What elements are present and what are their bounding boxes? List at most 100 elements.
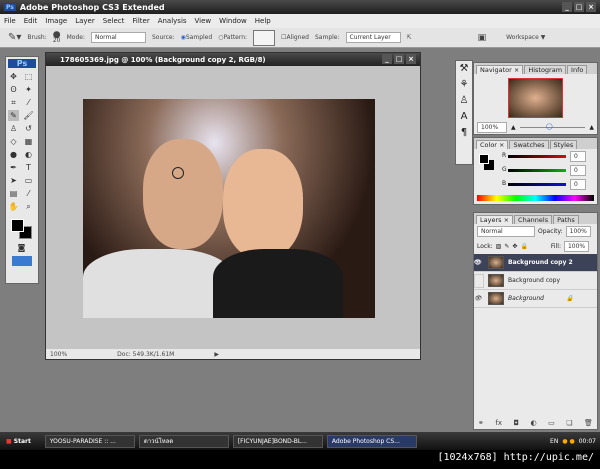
tray-icons[interactable]: ● ● [562,438,574,445]
photo-canvas[interactable] [83,99,375,318]
brush-tool-icon[interactable]: 🖌 [23,110,34,121]
navigator-zoom-input[interactable]: 100% [477,122,507,133]
lock-all-icon[interactable]: 🔒 [520,243,527,250]
bridge-icon[interactable]: ▣ [478,33,487,43]
lasso-tool-icon[interactable]: ʘ [8,84,19,95]
blur-tool-icon[interactable]: ● [8,149,19,160]
shape-tool-icon[interactable]: ▭ [23,175,34,186]
opacity-input[interactable]: 100% [565,226,591,237]
tab-styles[interactable]: Styles [549,140,578,149]
status-menu-arrow-icon[interactable]: ▶ [214,351,219,358]
doc-info[interactable]: Doc: 549.3K/1.61M [117,351,174,358]
menu-layer[interactable]: Layer [75,17,95,25]
menu-edit[interactable]: Edit [24,17,38,25]
zoom-level[interactable]: 100% [50,351,67,358]
tab-swatches[interactable]: Swatches [509,140,549,149]
fill-input[interactable]: 100% [563,241,590,252]
magic-wand-icon[interactable]: ✦ [23,84,34,95]
menu-window[interactable]: Window [219,17,247,25]
visibility-eye-icon[interactable]: 👁 [474,295,484,302]
sampled-radio[interactable]: ◉Sampled [181,34,213,41]
menu-select[interactable]: Select [103,17,125,25]
screen-mode-button[interactable] [12,256,32,266]
b-value[interactable]: 0 [570,179,586,190]
marquee-tool-icon[interactable]: ⬚ [23,71,34,82]
blend-mode-select[interactable]: Normal [477,226,535,237]
g-slider[interactable] [508,169,566,172]
taskbar-item[interactable]: ดาวน์โหลด [138,434,229,448]
taskbar-item[interactable]: YOOSU-PARADISE :: ... [44,434,135,448]
document-title-bar[interactable]: 178605369.jpg @ 100% (Background copy 2,… [46,53,420,66]
menu-view[interactable]: View [195,17,212,25]
notes-tool-icon[interactable]: ▤ [8,188,19,199]
menu-file[interactable]: File [4,17,16,25]
r-value[interactable]: 0 [570,151,586,162]
eyedropper-icon[interactable]: ⁄ [23,188,34,199]
r-slider[interactable] [508,155,566,158]
tool-presets-icon[interactable]: ⚒ [456,61,472,77]
menu-filter[interactable]: Filter [132,17,149,25]
tab-info[interactable]: Info [567,65,588,74]
b-slider[interactable] [508,183,566,186]
lock-transparency-icon[interactable]: ▧ [496,243,502,250]
character-icon[interactable]: A [456,109,472,125]
language-indicator[interactable]: EN [550,438,558,445]
healing-brush-icon[interactable]: ✎ [8,110,19,121]
link-layers-icon[interactable]: ⚭ [478,419,484,427]
pen-tool-icon[interactable]: ✒ [8,162,19,173]
minimize-button[interactable]: _ [562,2,572,12]
menu-analysis[interactable]: Analysis [158,17,187,25]
layer-row[interactable]: 👁 Background 🔒 [474,290,597,308]
healing-brush-icon[interactable]: ✎▾ [8,32,21,43]
doc-minimize-button[interactable]: _ [382,54,392,64]
tab-histogram[interactable]: Histogram [524,65,567,74]
zoom-out-icon[interactable]: ▲ [511,124,516,131]
delete-layer-icon[interactable]: 🗑 [584,419,593,427]
layer-mask-icon[interactable]: ◘ [513,419,519,427]
brushes-icon[interactable]: ⚘ [456,77,472,93]
lock-position-icon[interactable]: ✥ [512,243,517,250]
taskbar-item[interactable]: [FICYUNJAE]BOND-BL... [232,434,323,448]
paragraph-icon[interactable]: ¶ [456,125,472,141]
layer-row[interactable]: 👁 Background copy 2 [474,254,597,272]
color-spectrum[interactable] [477,195,594,201]
foreground-color[interactable] [479,154,489,164]
menu-image[interactable]: Image [45,17,67,25]
dodge-tool-icon[interactable]: ◐ [23,149,34,160]
tab-color[interactable]: Color × [476,140,509,149]
slice-tool-icon[interactable]: ⁄ [23,97,34,108]
clone-source-icon[interactable]: ♙ [456,93,472,109]
maximize-button[interactable]: □ [574,2,584,12]
lock-pixels-icon[interactable]: ✎ [504,243,509,250]
navigator-thumbnail[interactable] [508,78,563,118]
zoom-in-icon[interactable]: ▲ [589,124,594,131]
workspace-button[interactable]: Workspace ▼ [506,34,545,41]
stamp-tool-icon[interactable]: ♙ [8,123,19,134]
new-layer-icon[interactable]: ❏ [566,419,572,427]
zoom-slider[interactable]: ◯ [519,123,586,130]
tab-layers[interactable]: Layers × [476,215,514,224]
layer-row[interactable]: Background copy [474,272,597,290]
menu-help[interactable]: Help [255,17,271,25]
move-tool-icon[interactable]: ✥ [8,71,19,82]
pattern-radio[interactable]: ○Pattern: [218,34,247,41]
visibility-toggle[interactable] [474,273,484,288]
doc-close-button[interactable]: × [406,54,416,64]
mode-select[interactable]: Normal [90,32,146,43]
aligned-checkbox[interactable]: ☐Aligned [281,34,309,41]
sample-select[interactable]: Current Layer [345,32,401,43]
tab-navigator[interactable]: Navigator × [476,65,524,74]
path-select-icon[interactable]: ➤ [8,175,19,186]
tab-paths[interactable]: Paths [553,215,579,224]
color-swatches[interactable] [6,217,38,241]
pattern-picker[interactable] [253,29,276,46]
brush-picker[interactable]: ● 20 [53,30,61,44]
new-group-icon[interactable]: ▭ [548,419,555,427]
gradient-tool-icon[interactable]: ▦ [23,136,34,147]
close-button[interactable]: × [586,2,596,12]
quick-mask-icon[interactable]: ◙ [16,242,27,253]
crop-tool-icon[interactable]: ⌗ [8,97,19,108]
hand-tool-icon[interactable]: ✋ [8,201,19,212]
taskbar-item[interactable]: Adobe Photoshop CS... [326,434,417,448]
visibility-eye-icon[interactable]: 👁 [474,259,484,266]
